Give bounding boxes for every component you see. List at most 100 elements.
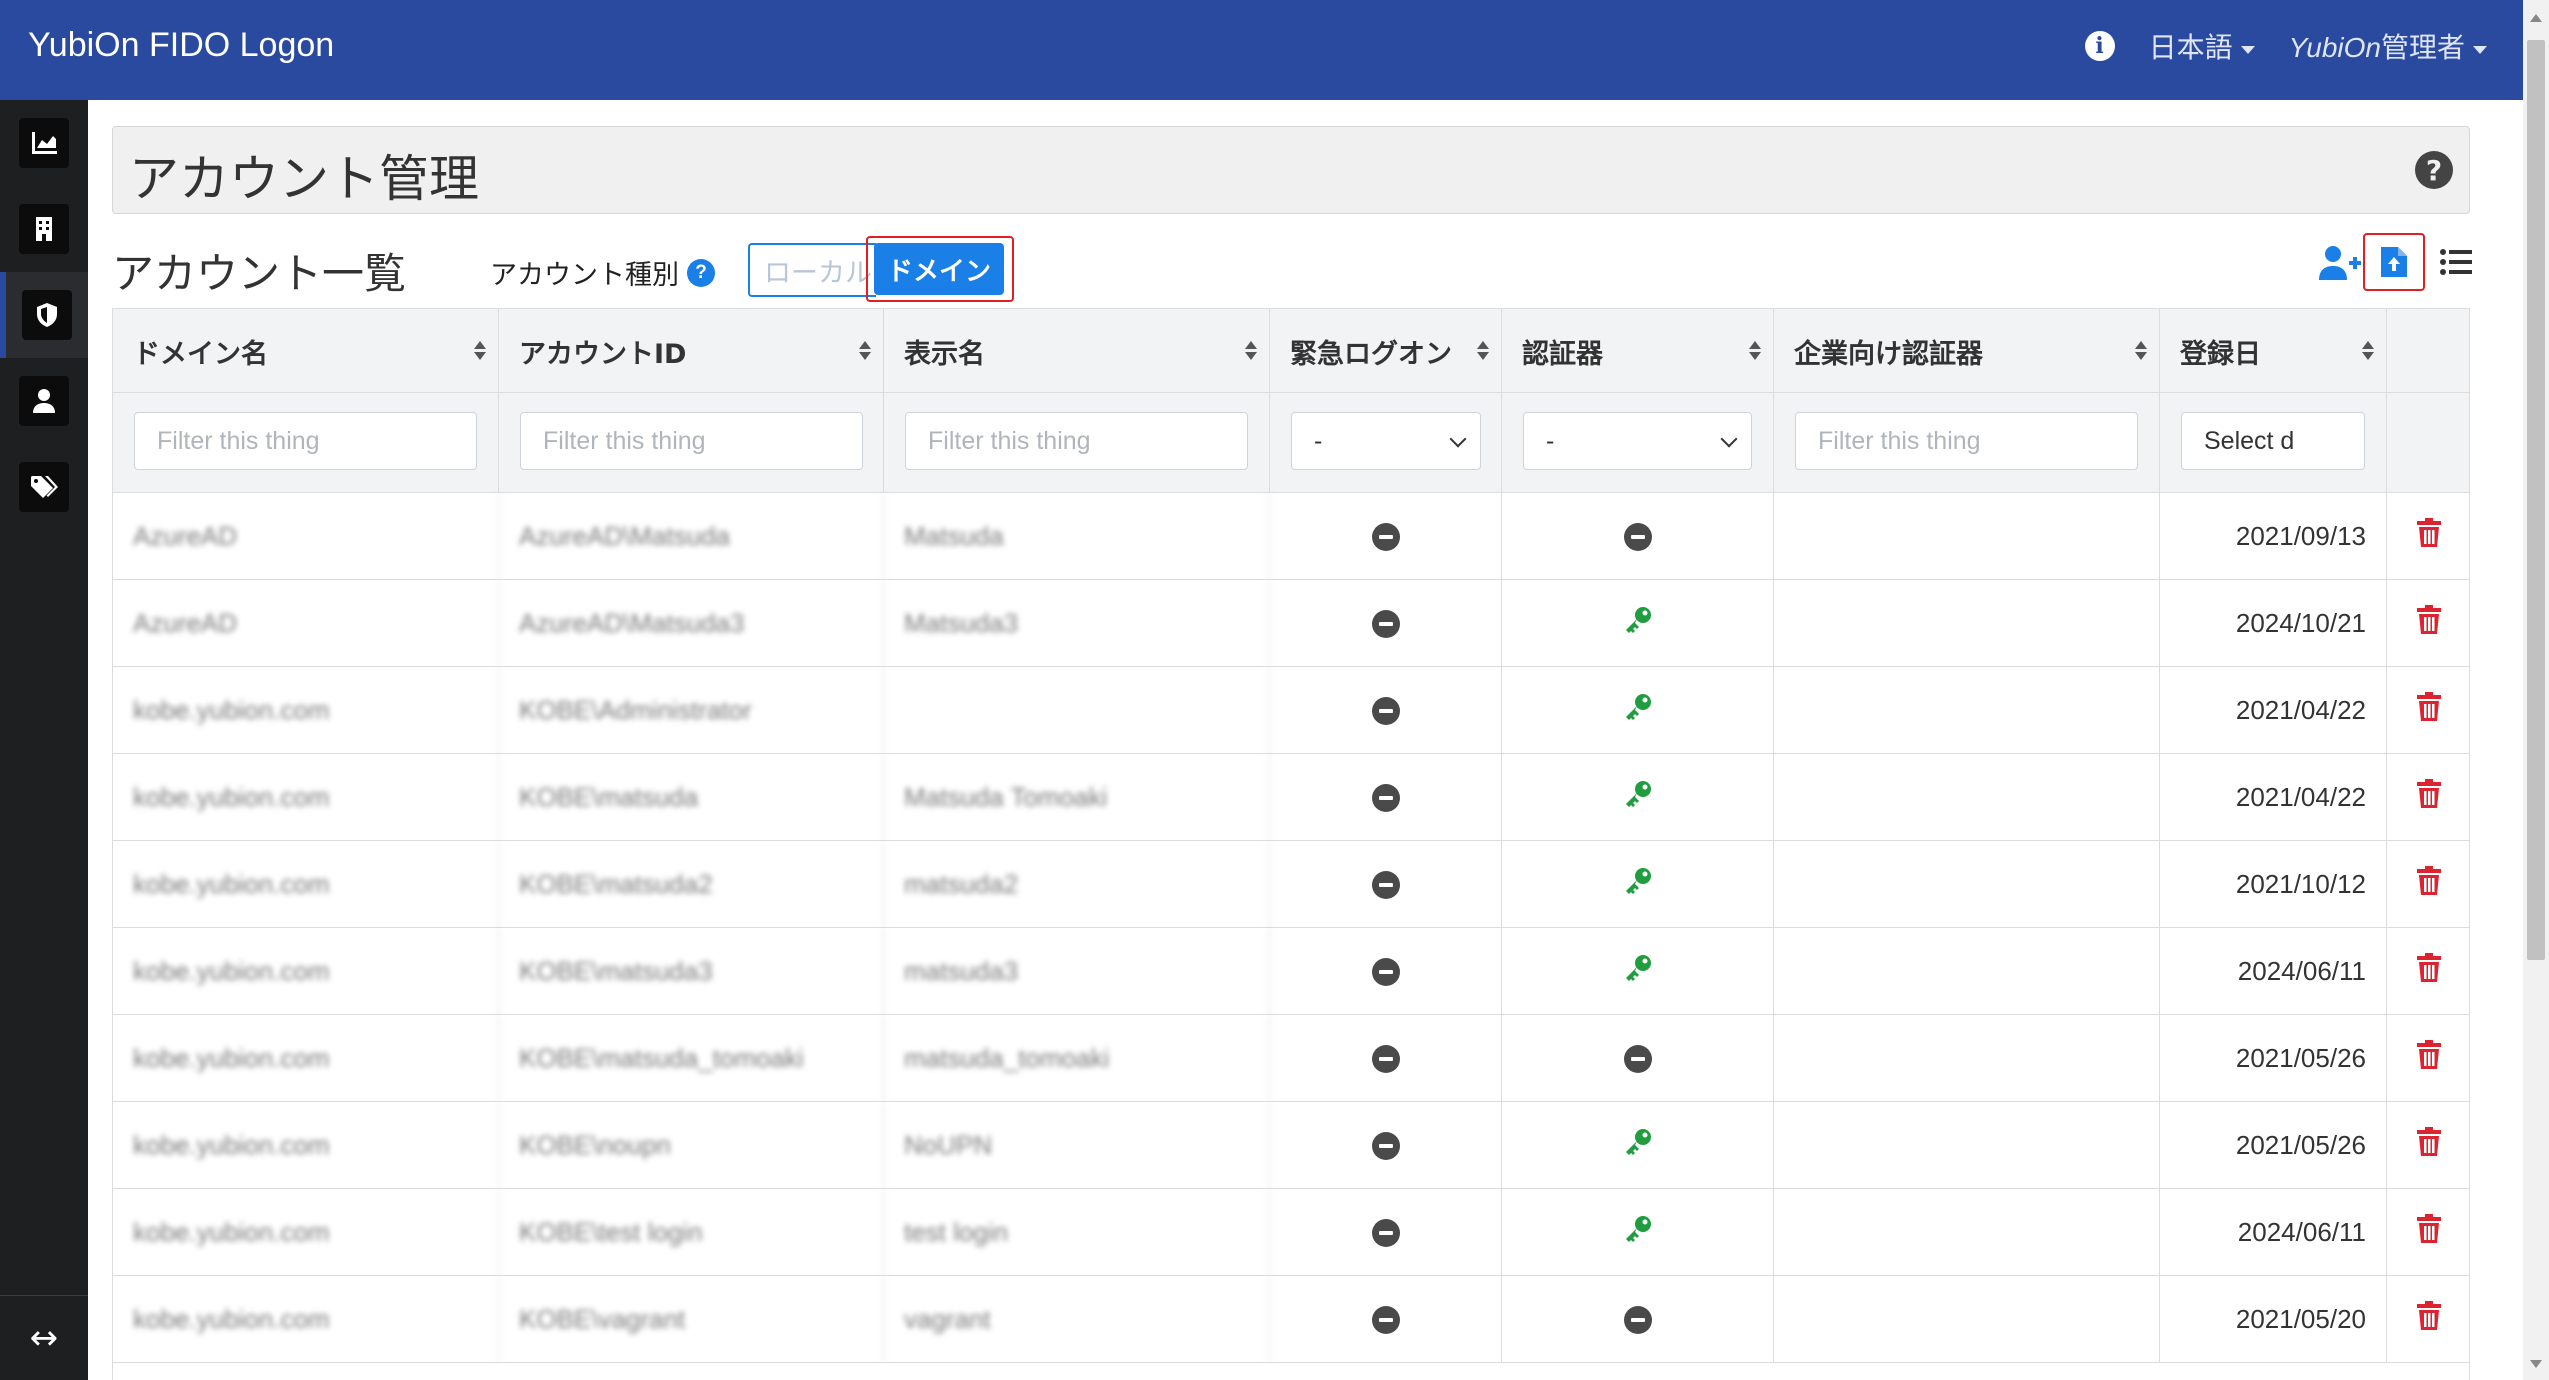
- accounts-table: ドメイン名 アカウントID 表示名 緊急ログオン 認証器 企業向け認証器 登録日…: [112, 308, 2470, 1380]
- segment-domain-button[interactable]: ドメイン: [874, 243, 1004, 295]
- table-row[interactable]: kobe.yubion.com KOBE\test login test login…: [113, 1189, 2469, 1276]
- delete-trash-icon[interactable]: [2416, 692, 2442, 729]
- segment-local-button[interactable]: ローカル: [748, 243, 876, 297]
- file-upload-icon[interactable]: [2380, 246, 2408, 278]
- key-icon[interactable]: [1623, 953, 1653, 990]
- key-icon[interactable]: [1623, 1214, 1653, 1251]
- column-header-domain[interactable]: ドメイン名: [113, 309, 499, 393]
- cell-display-name: vagrant: [884, 1276, 1270, 1363]
- minus-circle-icon: [1623, 522, 1652, 551]
- table-row[interactable]: kobe.yubion.com KOBE\matsuda Matsuda Tomoa…: [113, 754, 2469, 841]
- info-icon[interactable]: i: [2084, 31, 2115, 61]
- table-row[interactable]: kobe.yubion.com KOBE\matsuda3 matsuda3 2024…: [113, 928, 2469, 1015]
- column-header-authenticator[interactable]: 認証器: [1502, 309, 1774, 393]
- sort-icon[interactable]: [474, 341, 486, 361]
- admin-name-suffix: 管理者: [2380, 32, 2465, 63]
- scroll-thumb[interactable]: [2527, 40, 2545, 960]
- table-row[interactable]: kobe.yubion.com KOBE\noupn NoUPN 2021/05/26: [113, 1102, 2469, 1189]
- cell-authenticator: [1502, 1102, 1774, 1189]
- page-title: アカウント管理: [129, 151, 479, 207]
- column-header-display-name[interactable]: 表示名: [884, 309, 1270, 393]
- cell-enterprise-authenticator: [1774, 580, 2160, 667]
- delete-trash-icon[interactable]: [2416, 866, 2442, 903]
- language-dropdown[interactable]: 日本語: [2149, 26, 2255, 66]
- filter-domain-input[interactable]: Filter this thing: [134, 412, 477, 470]
- cell-account-id: KOBE\Administrator: [499, 667, 884, 754]
- column-header-registered-date[interactable]: 登録日: [2160, 309, 2387, 393]
- column-header-emergency-logon[interactable]: 緊急ログオン: [1270, 309, 1502, 393]
- filter-enterprise-authenticator-input[interactable]: Filter this thing: [1795, 412, 2138, 470]
- cell-domain: kobe.yubion.com: [113, 667, 499, 754]
- language-label: 日本語: [2148, 32, 2233, 63]
- delete-trash-icon[interactable]: [2416, 1127, 2442, 1164]
- cell-registered-date: 2021/05/26: [2160, 1015, 2387, 1102]
- delete-trash-icon[interactable]: [2416, 605, 2442, 642]
- column-header-label: 緊急ログオン: [1290, 338, 1452, 370]
- key-icon[interactable]: [1623, 779, 1653, 816]
- column-header-enterprise-authenticator[interactable]: 企業向け認証器: [1774, 309, 2160, 393]
- sort-icon[interactable]: [1749, 341, 1761, 361]
- key-icon[interactable]: [1623, 605, 1653, 642]
- table-row[interactable]: kobe.yubion.com KOBE\vagrant vagrant 2021/0…: [113, 1276, 2469, 1363]
- cell-emergency-logon: [1270, 1189, 1502, 1276]
- sidebar-item-organization[interactable]: [0, 186, 88, 272]
- delete-trash-icon[interactable]: [2416, 1214, 2442, 1251]
- column-header-account-id[interactable]: アカウントID: [499, 309, 884, 393]
- cell-account-id: KOBE\vagrant: [499, 1276, 884, 1363]
- help-icon[interactable]: ?: [2415, 151, 2453, 189]
- add-user-icon[interactable]: [2318, 244, 2362, 284]
- filter-row: Filter this thing Filter this thing Filt…: [113, 393, 2469, 493]
- scroll-up-arrow-icon[interactable]: [2530, 14, 2542, 22]
- brand-title[interactable]: YubiOn FIDO Logon: [28, 26, 334, 65]
- cell-actions: [2387, 754, 2469, 841]
- delete-trash-icon[interactable]: [2416, 518, 2442, 555]
- column-header-label: 認証器: [1522, 338, 1603, 370]
- page-scrollbar[interactable]: [2523, 0, 2549, 1380]
- sort-icon[interactable]: [859, 341, 871, 361]
- cell-display-name: test login: [884, 1189, 1270, 1276]
- sidebar-item-users[interactable]: [0, 358, 88, 444]
- cell-registered-date: 2021/04/22: [2160, 667, 2387, 754]
- table-row[interactable]: kobe.yubion.com KOBE\matsuda_tomoaki matsu…: [113, 1015, 2469, 1102]
- delete-trash-icon[interactable]: [2416, 1040, 2442, 1077]
- key-icon[interactable]: [1623, 692, 1653, 729]
- delete-trash-icon[interactable]: [2416, 779, 2442, 816]
- sort-icon[interactable]: [2135, 341, 2147, 361]
- cell-authenticator: [1502, 841, 1774, 928]
- minus-circle-icon: [1623, 1305, 1652, 1334]
- cell-account-id: KOBE\matsuda2: [499, 841, 884, 928]
- cell-display-name: Matsuda: [884, 493, 1270, 580]
- sort-icon[interactable]: [2362, 341, 2374, 361]
- filter-emergency-select[interactable]: -: [1291, 412, 1481, 470]
- cell-display-name: matsuda3: [884, 928, 1270, 1015]
- key-icon[interactable]: [1623, 1127, 1653, 1164]
- filter-authenticator-select[interactable]: -: [1523, 412, 1752, 470]
- table-row[interactable]: AzureAD AzureAD\Matsuda3 Matsuda3 2024/10/2…: [113, 580, 2469, 667]
- list-icon[interactable]: [2440, 248, 2472, 276]
- sidebar-toggle[interactable]: ↔: [0, 1295, 88, 1380]
- table-row[interactable]: AzureAD AzureAD\Matsuda Matsuda 2021/09/13: [113, 493, 2469, 580]
- filter-account-id-input[interactable]: Filter this thing: [520, 412, 863, 470]
- table-row[interactable]: kobe.yubion.com KOBE\matsuda2 matsuda2 2021…: [113, 841, 2469, 928]
- key-icon[interactable]: [1623, 866, 1653, 903]
- question-circle-icon[interactable]: ?: [687, 258, 715, 287]
- delete-trash-icon[interactable]: [2416, 1301, 2442, 1338]
- cell-display-name: matsuda2: [884, 841, 1270, 928]
- table-header: ドメイン名 アカウントID 表示名 緊急ログオン 認証器 企業向け認証器 登録日: [113, 309, 2469, 393]
- admin-dropdown[interactable]: YubiOn管理者: [2289, 26, 2487, 66]
- sort-icon[interactable]: [1245, 341, 1257, 361]
- table-row[interactable]: kobe.yubion.com KOBE\Administrator 2021/04…: [113, 667, 2469, 754]
- user-icon: [33, 389, 55, 413]
- column-header-label: 企業向け認証器: [1794, 338, 1983, 370]
- filter-display-name-input[interactable]: Filter this thing: [905, 412, 1248, 470]
- cell-registered-date: 2024/06/11: [2160, 1189, 2387, 1276]
- filter-date-input[interactable]: Select d: [2181, 412, 2365, 470]
- sort-icon[interactable]: [1477, 341, 1489, 361]
- delete-trash-icon[interactable]: [2416, 953, 2442, 990]
- minus-circle-icon: [1371, 1044, 1400, 1073]
- cell-account-id: AzureAD\Matsuda3: [499, 580, 884, 667]
- sidebar-item-security[interactable]: [0, 272, 88, 358]
- scroll-down-arrow-icon[interactable]: [2530, 1360, 2542, 1368]
- sidebar-item-tags[interactable]: [0, 444, 88, 530]
- sidebar-item-dashboard[interactable]: [0, 100, 88, 186]
